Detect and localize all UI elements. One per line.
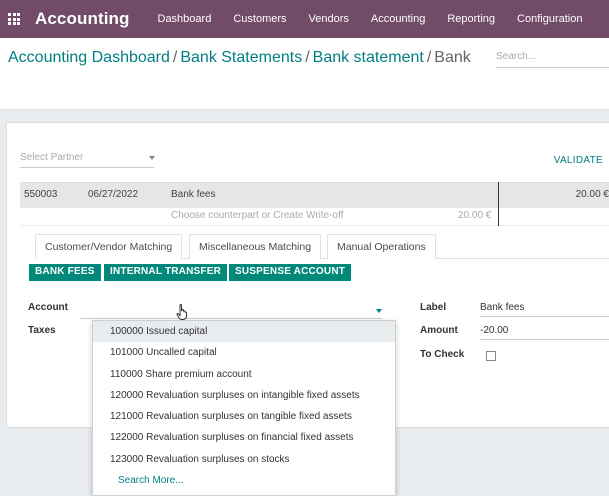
partner-placeholder: Select Partner xyxy=(20,152,84,163)
breadcrumb-current: Bank xyxy=(434,49,471,66)
control-panel: Accounting Dashboard / Bank Statements / Ban… xyxy=(0,38,609,110)
breadcrumb-accounting-dashboard[interactable]: Accounting Dashboard xyxy=(8,49,170,66)
breadcrumb-separator: / xyxy=(172,49,178,66)
nav-accounting[interactable]: Accounting xyxy=(371,13,425,25)
apps-grid-icon[interactable] xyxy=(8,13,20,25)
to-check-checkbox[interactable] xyxy=(486,351,496,361)
nav-reporting[interactable]: Reporting xyxy=(447,13,495,25)
tab-miscellaneous-matching[interactable]: Miscellaneous Matching xyxy=(189,234,322,259)
nav-vendors[interactable]: Vendors xyxy=(309,13,349,25)
tab-customer-vendor-matching[interactable]: Customer/Vendor Matching xyxy=(35,234,183,259)
top-navbar: Accounting Dashboard Customers Vendors A… xyxy=(0,0,609,38)
chevron-down-icon xyxy=(376,309,382,313)
account-option[interactable]: 101000 Uncalled capital xyxy=(93,342,395,363)
search-input[interactable] xyxy=(496,46,609,67)
breadcrumb-bank-statement[interactable]: Bank statement xyxy=(313,49,424,66)
column-divider xyxy=(498,182,499,226)
account-label: Account xyxy=(28,302,68,313)
statement-line[interactable]: 550003 06/27/2022 Bank fees 20.00 €i xyxy=(20,182,609,208)
suspense-account-button[interactable]: SUSPENSE ACCOUNT xyxy=(229,264,352,281)
account-field[interactable] xyxy=(80,303,382,319)
counterpart-amount: 20.00 € xyxy=(458,210,492,221)
line-amount: 20.00 € xyxy=(575,189,609,200)
breadcrumb: Accounting Dashboard / Bank Statements / Ban… xyxy=(8,49,471,67)
line-date: 06/27/2022 xyxy=(88,189,139,200)
amount-label: Amount xyxy=(420,325,458,336)
bank-fees-button[interactable]: BANK FEES xyxy=(29,264,101,281)
breadcrumb-bank-statements[interactable]: Bank Statements xyxy=(180,49,302,66)
counterpart-hint: Choose counterpart or Create Write-off xyxy=(171,210,344,221)
nav-dashboard[interactable]: Dashboard xyxy=(158,13,212,25)
search-box xyxy=(496,46,609,68)
account-option[interactable]: 120000 Revaluation surpluses on intangib… xyxy=(93,385,395,406)
tab-manual-operations[interactable]: Manual Operations xyxy=(327,234,436,260)
account-option[interactable]: 110000 Share premium account xyxy=(93,364,395,385)
taxes-label: Taxes xyxy=(28,325,56,336)
nav-configuration[interactable]: Configuration xyxy=(517,13,582,25)
search-more-link[interactable]: Search More... xyxy=(93,470,395,491)
amount-field[interactable]: -20.00 xyxy=(480,324,609,340)
account-option[interactable]: 122000 Revaluation surpluses on financia… xyxy=(93,427,395,448)
nav-customers[interactable]: Customers xyxy=(233,13,286,25)
label-field[interactable]: Bank fees xyxy=(480,301,609,317)
hand-pointer-icon xyxy=(176,304,187,320)
account-dropdown: 100000 Issued capital 101000 Uncalled ca… xyxy=(92,320,396,496)
to-check-label: To Check xyxy=(420,349,465,360)
line-ref: 550003 xyxy=(24,189,58,200)
account-option[interactable]: 100000 Issued capital xyxy=(93,321,395,343)
label-label: Label xyxy=(420,302,447,313)
validate-button[interactable]: VALIDATE xyxy=(554,155,603,166)
line-amount-cell: 20.00 €i xyxy=(576,189,609,200)
app-brand[interactable]: Accounting xyxy=(35,9,130,29)
counterpart-line[interactable]: Choose counterpart or Create Write-off 2… xyxy=(20,208,609,226)
breadcrumb-separator: / xyxy=(426,49,432,66)
account-option[interactable]: 123000 Revaluation surpluses on stocks xyxy=(93,449,395,470)
chevron-down-icon xyxy=(149,156,155,160)
account-option[interactable]: 121000 Revaluation surpluses on tangible… xyxy=(93,406,395,427)
line-label: Bank fees xyxy=(171,189,216,200)
breadcrumb-separator: / xyxy=(305,49,310,66)
partner-select[interactable]: Select Partner xyxy=(20,150,155,168)
internal-transfer-button[interactable]: INTERNAL TRANSFER xyxy=(104,264,227,281)
tabs-bar: Customer/Vendor Matching Miscellaneous M… xyxy=(35,234,609,260)
